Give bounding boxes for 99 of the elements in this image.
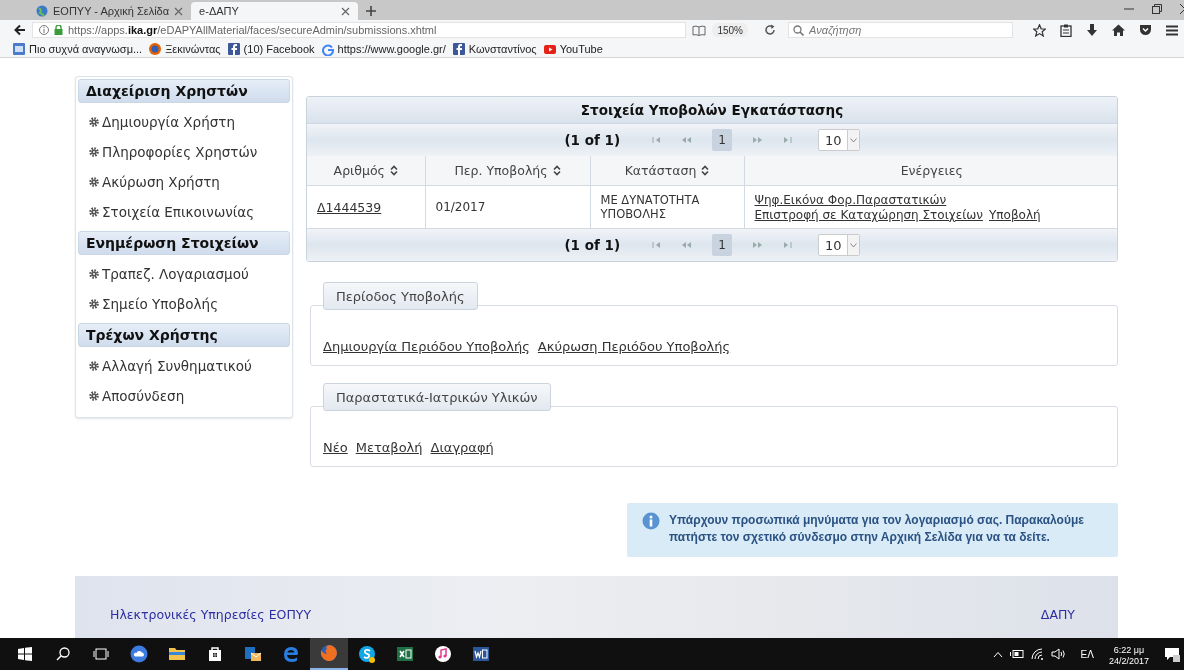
gear-icon: [89, 361, 99, 371]
chevron-up-icon[interactable]: [992, 650, 1003, 658]
menu-item[interactable]: Στοιχεία Επικοινωνίας: [76, 197, 255, 227]
menu-item[interactable]: Ακύρωση Χρήστη: [76, 167, 220, 197]
page-icon: [12, 41, 26, 56]
pocket-icon[interactable]: [1139, 24, 1152, 36]
panel-link[interactable]: Διαγραφή: [430, 440, 494, 456]
bookmark-link[interactable]: Πιο συχνά αναγνωσμ...: [12, 41, 143, 56]
panel-link[interactable]: Μεταβολή: [355, 440, 423, 456]
page-number-button[interactable]: 1: [712, 234, 733, 256]
notification-icon[interactable]: [1164, 646, 1180, 662]
restore-icon[interactable]: [1152, 4, 1162, 14]
speaker-icon[interactable]: [1050, 648, 1066, 660]
fox-globe-icon: [320, 644, 338, 662]
music-note-icon: [434, 645, 452, 663]
page-summary: (1 of 1): [564, 132, 621, 148]
menu-header: Διαχείριση Χρηστών: [78, 79, 290, 103]
info-icon: [642, 512, 660, 530]
menu-item[interactable]: Σημείο Υποβολής: [76, 289, 219, 319]
panel-legend: Περίοδος Υποβολής: [323, 282, 478, 310]
rows-per-page-select[interactable]: 10: [818, 234, 860, 256]
bookmark-link[interactable]: https://www.google.gr/: [320, 41, 446, 56]
star-icon[interactable]: [1033, 23, 1046, 37]
language-indicator[interactable]: ΕΛ: [1080, 648, 1094, 660]
lock-icon: [54, 25, 63, 35]
caret-icon: [849, 242, 857, 248]
table-title: Στοιχεία Υποβολών Εγκατάστασης: [307, 97, 1117, 124]
column-header[interactable]: Αριθμός: [307, 156, 425, 186]
menu-item[interactable]: Δημιουργία Χρήστη: [76, 107, 235, 137]
firefox-icon: [148, 41, 163, 56]
search-field[interactable]: Αναζήτηση: [788, 22, 1013, 38]
close-icon[interactable]: [174, 6, 184, 16]
caret-icon: [849, 137, 857, 143]
browser-tab[interactable]: e-ΔΑΠΥ: [191, 2, 359, 20]
menu-header: Ενημέρωση Στοιχείων: [78, 231, 290, 255]
clipboard-icon[interactable]: [1060, 23, 1072, 37]
reload-icon[interactable]: [764, 24, 776, 36]
panel-legend: Παραστατικά-Ιατρικών Υλικών: [323, 383, 551, 411]
close-icon[interactable]: [341, 6, 351, 16]
panel-link[interactable]: Νέο: [323, 440, 348, 456]
folder-icon: [168, 645, 186, 663]
gear-icon: [89, 147, 99, 157]
action-link[interactable]: Επιστροφή σε Καταχώρηση Στοιχείων: [754, 207, 983, 222]
home-icon[interactable]: [1112, 24, 1125, 36]
menu-header: Τρέχων Χρήστης: [78, 323, 290, 347]
bookmark-link[interactable]: YouTube: [542, 41, 603, 56]
new-tab-icon[interactable]: [366, 6, 377, 16]
panel-link[interactable]: Δημιουργία Περιόδου Υποβολής: [323, 339, 530, 355]
status-text: ΜΕ ΔΥΝΑΤΟΤΗΤΑ ΥΠΟΒΟΛΗΣ: [600, 193, 701, 221]
message-text: Υπάρχουν προσωπικά μηνύματα για τον λογαριασμό σας. Παρακαλούμε πατήστε τον σχετικό σύνδεσμο στην Αρχική Σελίδα για να τα δείτε.: [669, 512, 1085, 546]
menu-item[interactable]: Αποσύνδεση: [76, 381, 185, 411]
column-header[interactable]: Κατάσταση: [590, 156, 744, 186]
spreadsheet-icon: [396, 645, 414, 663]
action-link[interactable]: Ψηφ.Εικόνα Φορ.Παραστατικών: [754, 192, 947, 207]
bookmark-link[interactable]: Κωνσταντίνος: [451, 41, 537, 56]
action-link[interactable]: Υποβολή: [989, 207, 1041, 222]
footer-link[interactable]: ΔΑΠΥ: [1040, 606, 1075, 622]
bookmark-link[interactable]: (10) Facebook: [226, 41, 315, 56]
clock[interactable]: 6:22 μμ 24/2/2017: [1108, 641, 1149, 667]
column-header: Ενέργειες: [744, 156, 1117, 186]
submission-link[interactable]: Δ1444539: [317, 199, 382, 215]
chat-s-icon: [358, 645, 376, 663]
back-icon[interactable]: [14, 24, 26, 36]
info-icon: [39, 25, 49, 35]
search-icon: [793, 25, 804, 36]
browser-e-icon: [282, 645, 300, 663]
reader-icon[interactable]: [692, 24, 707, 36]
rows-per-page-select[interactable]: 10: [818, 129, 860, 151]
panel-link[interactable]: Ακύρωση Περιόδου Υποβολής: [537, 339, 731, 355]
document-w-icon: [472, 645, 490, 663]
shopping-bag-icon: [206, 645, 224, 663]
windows-icon[interactable]: [18, 647, 32, 661]
gear-icon: [89, 177, 99, 187]
zoom-button[interactable]: 150%: [712, 23, 748, 37]
browser-tab[interactable]: ΕΟΠΥΥ - Αρχική Σελίδα: [28, 2, 192, 20]
table-cell: 01/2017: [425, 185, 590, 229]
cloud-icon: [130, 645, 148, 663]
task-view-icon[interactable]: [93, 647, 109, 661]
gear-icon: [89, 269, 99, 279]
gear-icon: [89, 207, 99, 217]
wifi-icon[interactable]: [1030, 648, 1044, 660]
gear-icon: [89, 299, 99, 309]
menu-icon[interactable]: [1166, 24, 1178, 36]
page-summary: (1 of 1): [564, 237, 621, 253]
download-icon[interactable]: [1086, 23, 1098, 37]
footer-title: Ηλεκτρονικές Υπηρεσίες ΕΟΠΥΥ: [110, 606, 312, 622]
menu-item[interactable]: Αλλαγή Συνθηματικού: [76, 351, 252, 381]
search-icon[interactable]: [56, 647, 70, 661]
column-header[interactable]: Περ. Υποβολής: [425, 156, 590, 186]
mail-icon: [244, 645, 262, 663]
globe-icon: [36, 5, 48, 17]
menu-item[interactable]: Πληροφορίες Χρηστών: [76, 137, 258, 167]
menu-item[interactable]: Τραπεζ. Λογαριασμού: [76, 259, 249, 289]
address-field[interactable]: https://apps.ika.gr/eDAPYAllMaterial/faces/secureAdmin/submissions.xhtml: [32, 22, 687, 38]
page-number-button[interactable]: 1: [712, 129, 733, 151]
battery-icon[interactable]: [1009, 649, 1024, 659]
gear-icon: [89, 391, 99, 401]
gear-icon: [89, 117, 99, 127]
bookmark-link[interactable]: Ξεκινώντας: [148, 41, 221, 56]
